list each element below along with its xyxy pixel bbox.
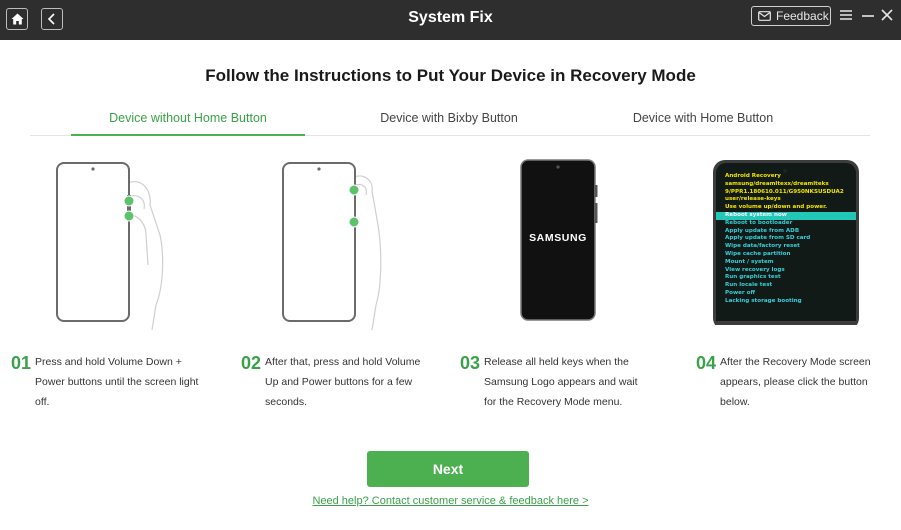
tab-device-without-home-button[interactable]: Device without Home Button xyxy=(71,111,305,125)
active-tab-indicator xyxy=(71,134,305,136)
recovery-header-line: Use volume up/down and power. xyxy=(725,204,828,211)
menu-button[interactable] xyxy=(838,6,854,24)
step-03: 03 Release all held keys when the Samsung… xyxy=(460,352,638,412)
volume-up-indicator xyxy=(348,184,360,196)
tab-device-with-bixby-button[interactable]: Device with Bixby Button xyxy=(332,111,566,125)
power-indicator xyxy=(123,210,135,222)
camera-dot xyxy=(783,169,787,173)
power-indicator xyxy=(348,216,360,228)
feedback-label: Feedback xyxy=(776,9,829,23)
recovery-header-line: 9/PPR1.180610.011/G950NKSUSDUA2 xyxy=(725,188,844,195)
close-button[interactable] xyxy=(879,6,895,24)
recovery-menu-item: Run graphics test xyxy=(725,274,781,281)
recovery-menu-item: Reboot system now xyxy=(716,211,856,220)
menu-icon xyxy=(840,10,852,20)
samsung-logo: SAMSUNG xyxy=(529,232,587,244)
minimize-icon xyxy=(862,15,874,17)
mail-icon xyxy=(758,11,771,21)
step-number: 04 xyxy=(696,353,717,373)
recovery-menu-item: Power off xyxy=(725,289,755,296)
recovery-menu-item: Mount / system xyxy=(725,258,774,265)
next-button[interactable]: Next xyxy=(367,451,529,487)
recovery-menu-item: Reboot to bootloader xyxy=(725,219,793,226)
step-01: 01 Press and hold Volume Down + Power but… xyxy=(11,352,198,412)
tab-device-with-home-button[interactable]: Device with Home Button xyxy=(586,111,820,125)
step-text: After the Recovery Mode screen appears, p… xyxy=(720,356,871,408)
step-04: 04 After the Recovery Mode screen appears… xyxy=(696,352,871,412)
recovery-menu-item: Apply update from ADB xyxy=(725,227,800,234)
recovery-menu-item: Wipe cache partition xyxy=(725,250,791,257)
step-02: 02 After that, press and hold Volume Up a… xyxy=(241,352,420,412)
step-text: After that, press and hold Volume Up and … xyxy=(265,356,421,408)
recovery-menu-item: Wipe data/factory reset xyxy=(725,243,800,250)
title-bar: System Fix Feedback xyxy=(0,0,901,40)
recovery-menu-item: Lacking storage booting xyxy=(725,297,802,304)
volume-down-indicator xyxy=(123,195,135,207)
recovery-header-line: samsung/dreamltexx/dreamlteks xyxy=(725,180,829,187)
feedback-button[interactable]: Feedback xyxy=(751,6,831,26)
recovery-menu-item: Apply update from SD card xyxy=(725,235,811,242)
recovery-menu-item: Run locale test xyxy=(725,282,773,289)
phone-volume-up-power-illustration xyxy=(282,162,382,331)
phone-volume-down-power-illustration xyxy=(56,162,164,331)
help-link[interactable]: Need help? Contact customer service & fe… xyxy=(0,495,901,507)
step-text: Press and hold Volume Down + Power button… xyxy=(35,356,199,408)
step-number: 03 xyxy=(460,353,481,373)
step-text: Release all held keys when the Samsung Lo… xyxy=(484,356,638,408)
page-heading: Follow the Instructions to Put Your Devi… xyxy=(205,66,696,85)
recovery-header-line: user/release-keys xyxy=(725,196,781,203)
step-number: 01 xyxy=(11,353,32,373)
close-icon xyxy=(881,9,893,21)
recovery-menu-item: View recovery logs xyxy=(725,266,785,273)
minimize-button[interactable] xyxy=(860,6,876,24)
step-number: 02 xyxy=(241,353,262,373)
recovery-mode-screen: Android Recovery samsung/dreamltexx/dream… xyxy=(716,163,856,321)
